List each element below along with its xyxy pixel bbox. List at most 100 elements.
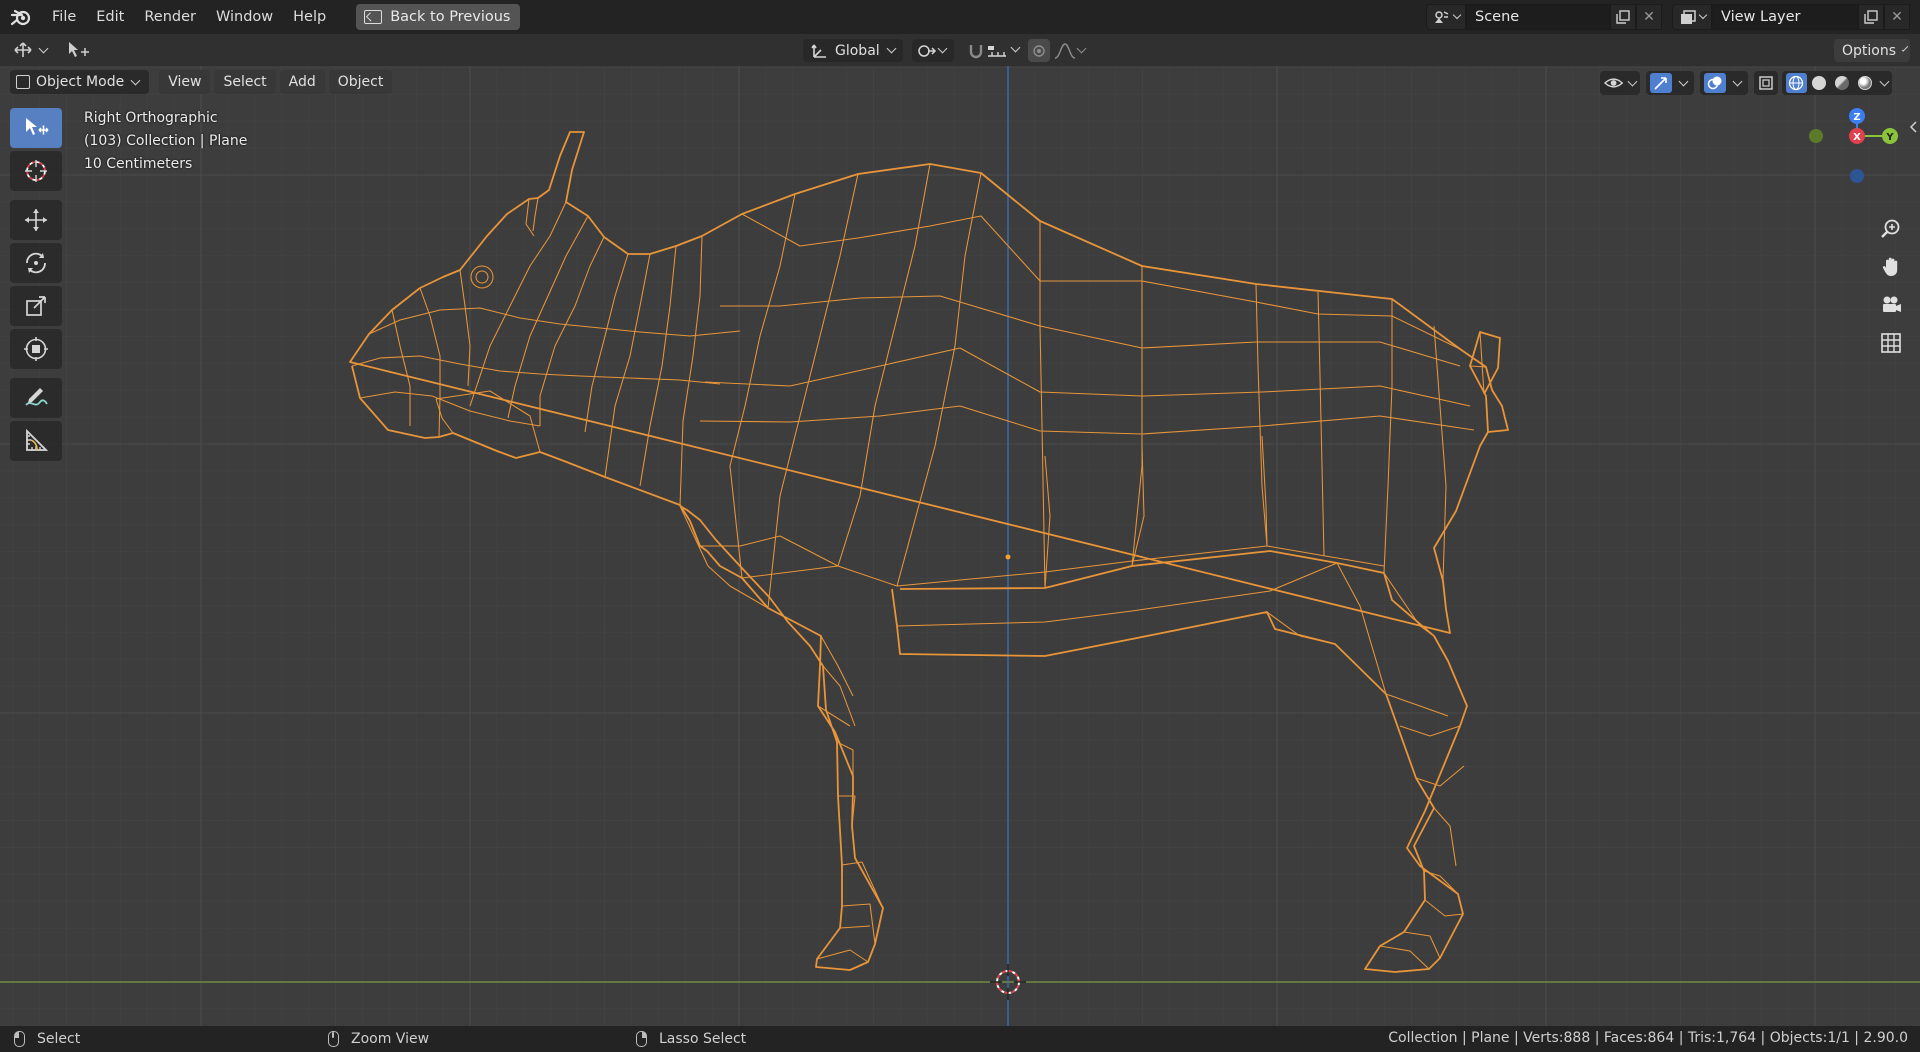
status-left-click-label: Select — [37, 1031, 81, 1047]
overlays-dropdown[interactable] — [1700, 71, 1748, 95]
snap-magnet-icon[interactable] — [966, 42, 986, 60]
menu-edit[interactable]: Edit — [86, 4, 134, 30]
menu-render[interactable]: Render — [134, 4, 206, 30]
body-vertical-9 — [1383, 299, 1393, 574]
material-shading-button[interactable] — [1832, 73, 1853, 93]
status-middle-click-label: Zoom View — [351, 1031, 430, 1047]
overlays-toggle[interactable] — [1704, 73, 1726, 93]
toggle-ortho-button[interactable] — [1876, 328, 1906, 358]
measure-tool[interactable] — [10, 421, 62, 461]
snap-increment-icon[interactable] — [986, 42, 1010, 60]
new-view-layer-button[interactable] — [1858, 4, 1884, 30]
cursor-tool[interactable] — [10, 151, 62, 191]
menu-window[interactable]: Window — [206, 4, 283, 30]
scene-name-field[interactable]: Scene — [1466, 4, 1610, 30]
proportional-editing-toggle[interactable] — [1028, 39, 1050, 62]
transform-icon — [24, 337, 48, 361]
snapping-group — [958, 39, 1018, 62]
pan-button[interactable] — [1876, 252, 1906, 282]
new-scene-button[interactable] — [1610, 4, 1636, 30]
measure-icon — [26, 428, 49, 451]
head-edge-loop-mid — [351, 355, 721, 385]
wireframe-sphere-icon — [1789, 75, 1804, 91]
left-toolbar — [10, 108, 62, 464]
grid-minor-lines — [0, 66, 1920, 1026]
transform-orientation-dropdown[interactable]: Global — [803, 39, 903, 62]
gizmo-arrows-icon — [1654, 77, 1667, 90]
overlays-icon — [1707, 76, 1722, 90]
pivot-icon — [917, 44, 936, 57]
chevron-down-icon — [38, 43, 49, 53]
annotate-tool[interactable] — [10, 378, 62, 418]
gizmo-dropdown[interactable] — [1646, 71, 1694, 95]
proportional-falloff-dropdown[interactable] — [1052, 39, 1090, 62]
head-loop-2 — [507, 215, 589, 419]
delete-scene-button[interactable]: ✕ — [1636, 4, 1662, 30]
view-layer-browse-button[interactable] — [1672, 4, 1712, 30]
tool-settings-header: Global Options — [0, 34, 1920, 66]
hind-hip-edges — [1266, 562, 1435, 695]
object-origin-dot — [1005, 554, 1011, 560]
options-dropdown[interactable]: Options — [1834, 39, 1910, 62]
mouse-middle-icon — [328, 1031, 339, 1047]
select-move-icon — [69, 42, 89, 57]
rendered-shading-button[interactable] — [1854, 73, 1875, 93]
sidebar-toggle-chevron-icon[interactable] — [1908, 120, 1918, 134]
viewport-menu-select[interactable]: Select — [214, 70, 276, 94]
chevron-down-icon — [1901, 45, 1909, 52]
body-vertical-7 — [1255, 283, 1268, 547]
chevron-down-icon — [1698, 10, 1707, 20]
scale-icon — [26, 296, 46, 316]
head-edge-loop-upper — [368, 307, 741, 337]
object-mode-dropdown[interactable]: Object Mode — [10, 70, 150, 94]
view-layer-name-field[interactable]: View Layer — [1712, 4, 1858, 30]
delete-view-layer-button[interactable]: ✕ — [1884, 4, 1910, 30]
chevron-down-icon — [886, 43, 897, 54]
solid-shading-button[interactable] — [1809, 73, 1830, 93]
chevron-down-icon[interactable] — [1879, 76, 1890, 86]
tool-preset-dropdown[interactable] — [12, 39, 51, 61]
menu-file[interactable]: File — [42, 4, 86, 30]
rotate-icon — [26, 252, 46, 274]
select-box-tool[interactable] — [10, 108, 62, 148]
viewport-canvas[interactable] — [0, 66, 1920, 1026]
gizmo-neg-z-axis[interactable] — [1850, 169, 1864, 183]
scale-tool[interactable] — [10, 286, 62, 326]
zoom-button[interactable] — [1876, 214, 1906, 244]
pivot-point-dropdown[interactable] — [912, 39, 954, 62]
head-loop-3 — [539, 236, 605, 426]
viewport-menu-add[interactable]: Add — [279, 70, 325, 94]
object-visibility-dropdown[interactable] — [1600, 71, 1640, 95]
navigation-gizmo[interactable]: Z Y X — [1800, 104, 1920, 214]
close-icon: ✕ — [1643, 9, 1655, 25]
object-mode-icon — [16, 75, 30, 89]
drag-select-mode-button[interactable] — [66, 39, 90, 61]
copy-icon — [1616, 10, 1630, 24]
grid-ortho-icon — [1881, 333, 1901, 353]
move-tool[interactable] — [10, 200, 62, 240]
xray-toggle[interactable] — [1754, 71, 1778, 95]
material-sphere-icon — [1835, 76, 1850, 90]
gizmo-toggle[interactable] — [1650, 73, 1672, 93]
back-to-previous-button[interactable]: Back to Previous — [356, 4, 521, 30]
mouse-left-icon — [14, 1031, 25, 1047]
chevron-down-icon — [1076, 43, 1086, 54]
wireframe-shading-button[interactable] — [1786, 73, 1807, 93]
blender-logo-icon[interactable] — [10, 6, 32, 28]
gizmo-z-label: Z — [1853, 112, 1860, 123]
pan-hand-icon — [1882, 257, 1898, 276]
viewport-menu-view[interactable]: View — [159, 70, 211, 94]
3d-viewport[interactable]: Object Mode View Select Add Object Right… — [0, 66, 1920, 1026]
gizmo-neg-y-axis[interactable] — [1809, 129, 1823, 143]
menu-help[interactable]: Help — [283, 4, 336, 30]
chevron-down-icon — [1678, 76, 1689, 86]
camera-view-button[interactable] — [1876, 290, 1906, 320]
scene-selector: Scene ✕ — [1426, 4, 1662, 30]
scene-browse-button[interactable] — [1426, 4, 1466, 30]
annotate-icon — [25, 388, 48, 406]
transform-tool[interactable] — [10, 329, 62, 369]
body-vertical-4 — [896, 172, 982, 587]
viewport-menu-object[interactable]: Object — [328, 70, 393, 94]
rotate-tool[interactable] — [10, 243, 62, 283]
view-layer-selector: View Layer ✕ — [1672, 4, 1910, 30]
